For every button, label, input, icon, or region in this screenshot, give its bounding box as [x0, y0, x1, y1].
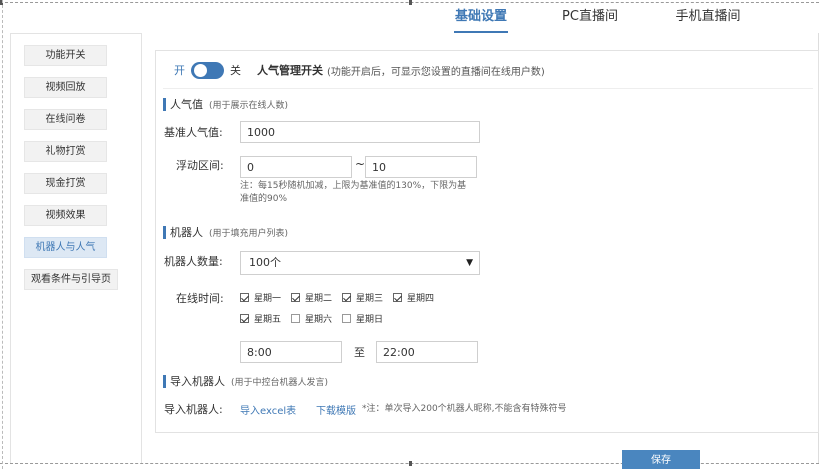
float-range-max-input[interactable] [365, 156, 477, 178]
popularity-section-subtitle: (用于展示在线人数) [209, 100, 289, 111]
sidebar-item-cash-reward[interactable]: 现金打赏 [24, 173, 107, 194]
sidebar-item-online-survey[interactable]: 在线问卷 [24, 109, 107, 130]
sidebar-item-video-replay[interactable]: 视频回放 [24, 77, 107, 98]
time-end-input[interactable] [376, 341, 478, 363]
day-label: 星期日 [356, 315, 384, 325]
section-marker [163, 225, 166, 239]
download-template-link[interactable]: 下载模版 [316, 402, 356, 417]
time-separator: 至 [354, 346, 365, 359]
robot-count-select[interactable]: 100个 ▼ [240, 251, 480, 275]
day-checkbox-tuesday[interactable]: 星期二 [291, 291, 332, 304]
checkbox-icon [240, 314, 249, 323]
checkbox-icon [291, 314, 300, 323]
robot-section-subtitle: (用于填充用户列表) [209, 228, 289, 239]
sidebar-item-watch-conditions[interactable]: 观看条件与引导页 [24, 269, 118, 290]
switch-off-label: 关 [230, 64, 241, 77]
resize-handle-top-middle[interactable] [409, 0, 412, 5]
sidebar-item-gift-reward[interactable]: 礼物打赏 [24, 141, 107, 162]
dropdown-caret-icon: ▼ [466, 258, 473, 268]
import-robot-label: 导入机器人: [164, 403, 223, 416]
popularity-section-heading: 人气值 (用于展示在线人数) [163, 97, 288, 111]
robot-section-heading: 机器人 (用于填充用户列表) [163, 225, 288, 239]
toggle-knob [194, 63, 207, 77]
checkbox-icon [240, 293, 249, 302]
day-label: 星期六 [305, 315, 333, 325]
sidebar-item-video-effect[interactable]: 视频效果 [24, 205, 107, 226]
divider [163, 88, 813, 89]
switch-on-label: 开 [174, 64, 185, 77]
popularity-section-title: 人气值 [170, 98, 203, 111]
section-marker [163, 374, 166, 388]
popularity-note-line1: 注：每15秒随机加减，上限为基准值的130%，下限为基 [240, 181, 467, 191]
day-checkbox-wednesday[interactable]: 星期三 [342, 291, 383, 304]
section-marker [163, 97, 166, 111]
online-time-label: 在线时间: [176, 292, 224, 305]
resize-handle-bottom-middle[interactable] [409, 461, 412, 466]
base-popularity-label: 基准人气值: [164, 126, 223, 139]
import-section-title: 导入机器人 [170, 375, 225, 388]
import-note: *注：单次导入200个机器人昵称,不能含有特殊符号 [362, 404, 567, 414]
float-range-min-input[interactable] [240, 156, 352, 178]
day-checkbox-monday[interactable]: 星期一 [240, 291, 281, 304]
day-checkbox-friday[interactable]: 星期五 [240, 312, 281, 325]
left-selection-border [2, 0, 3, 469]
popularity-switch-row: 开 关 人气管理开关 (功能开启后，可显示您设置的直播间在线用户数) [174, 61, 545, 79]
day-label: 星期三 [356, 294, 384, 304]
tab-basic-settings[interactable]: 基础设置 [454, 0, 508, 33]
float-range-label: 浮动区间: [176, 159, 224, 172]
tab-mobile-live-room[interactable]: 手机直播间 [675, 0, 741, 33]
robot-count-label: 机器人数量: [164, 255, 223, 268]
sidebar-item-robot-popularity[interactable]: 机器人与人气 [24, 237, 107, 258]
checkbox-icon [342, 293, 351, 302]
day-label: 星期二 [305, 294, 333, 304]
day-label: 星期一 [254, 294, 282, 304]
checkbox-icon [393, 293, 402, 302]
day-label: 星期四 [407, 294, 435, 304]
popularity-toggle[interactable] [191, 61, 224, 79]
time-start-input[interactable] [240, 341, 342, 363]
checkbox-icon [291, 293, 300, 302]
settings-panel: 开 关 人气管理开关 (功能开启后，可显示您设置的直播间在线用户数) 人气值 (… [155, 50, 819, 433]
save-button[interactable]: 保存 [622, 450, 700, 469]
sidebar-item-feature-switch[interactable]: 功能开关 [24, 45, 107, 66]
day-checkbox-sunday[interactable]: 星期日 [342, 312, 383, 325]
range-separator: ~ [355, 157, 366, 171]
import-excel-link[interactable]: 导入excel表 [240, 402, 296, 417]
robot-count-value: 100个 [249, 256, 281, 269]
tab-pc-live-room[interactable]: PC直播间 [562, 0, 618, 33]
popularity-note-line2: 准值的90% [240, 194, 288, 204]
day-checkbox-saturday[interactable]: 星期六 [291, 312, 332, 325]
robot-section-title: 机器人 [170, 226, 203, 239]
base-popularity-input[interactable] [240, 121, 480, 143]
import-section-heading: 导入机器人 (用于中控台机器人发言) [163, 374, 328, 388]
checkbox-icon [342, 314, 351, 323]
day-label: 星期五 [254, 315, 282, 325]
import-section-subtitle: (用于中控台机器人发言) [231, 377, 329, 388]
switch-title: 人气管理开关 [257, 64, 323, 77]
day-checkbox-thursday[interactable]: 星期四 [393, 291, 434, 304]
switch-note: (功能开启后，可显示您设置的直播间在线用户数) [327, 66, 545, 78]
settings-sidebar: 功能开关 视频回放 在线问卷 礼物打赏 现金打赏 视频效果 机器人与人气 观看条… [10, 33, 142, 463]
